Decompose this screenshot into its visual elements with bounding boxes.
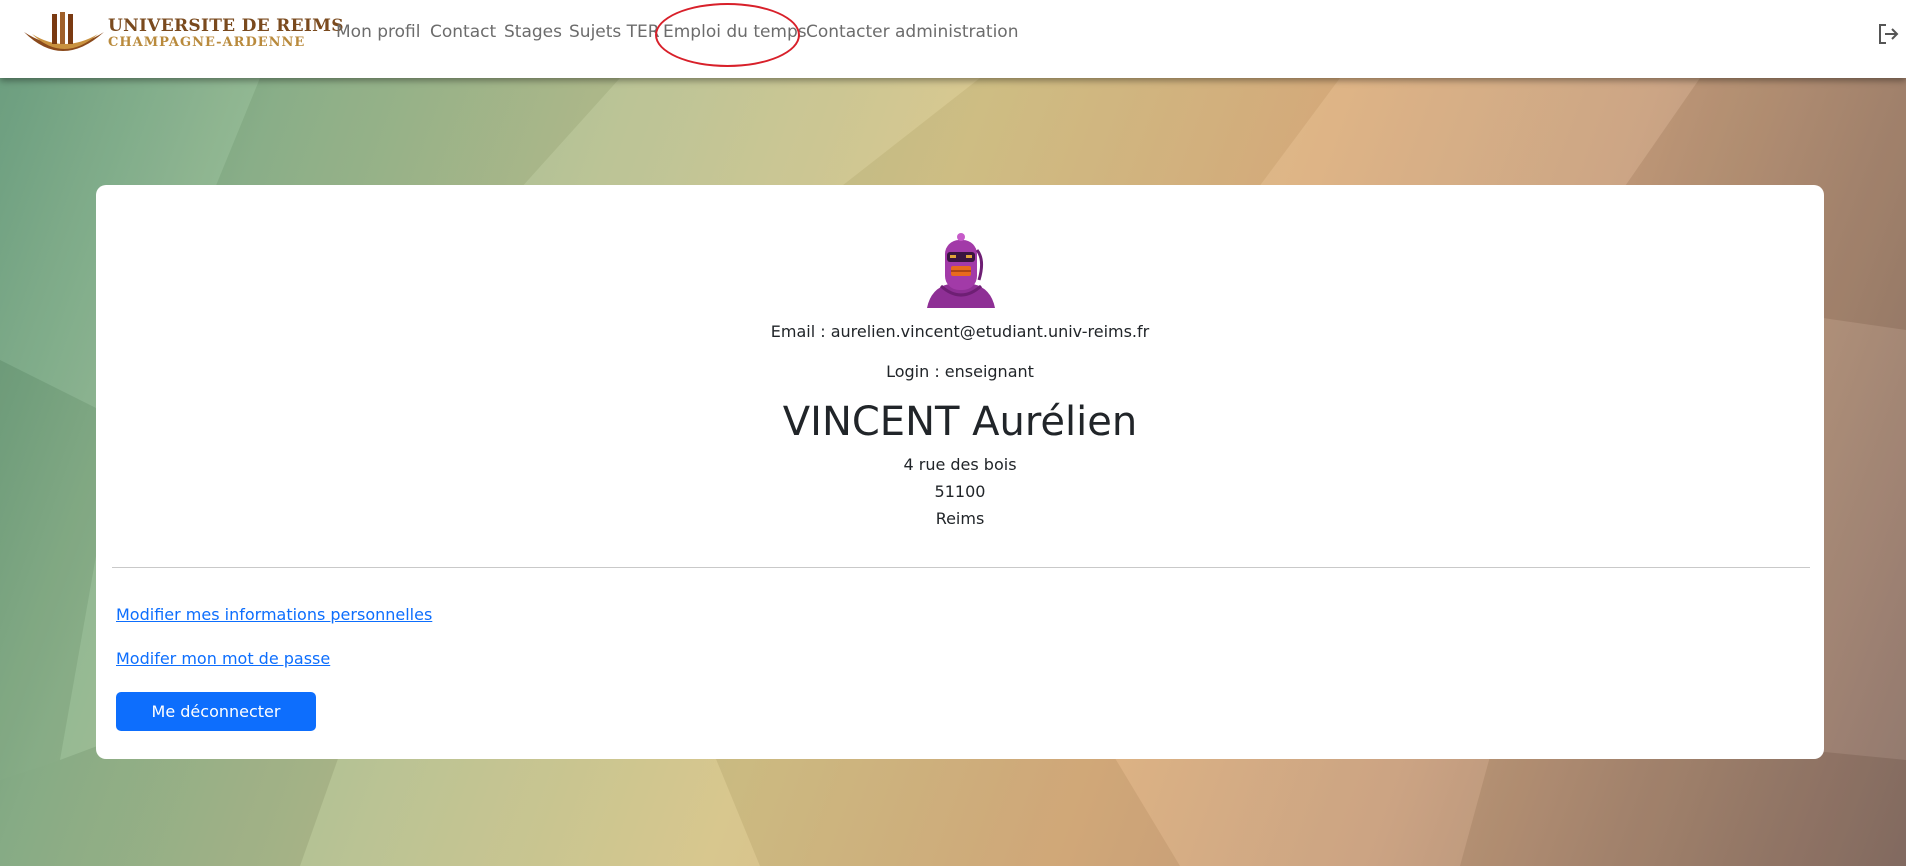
- robot-avatar-icon: [923, 230, 999, 310]
- university-logo-icon: [24, 12, 104, 51]
- divider: [112, 567, 1810, 568]
- brand-line1: UNIVERSITE DE REIMS: [108, 16, 344, 36]
- profile-city: Reims: [935, 509, 985, 528]
- edit-info-link[interactable]: Modifier mes informations personnelles: [116, 605, 432, 624]
- profile-email: Email : aurelien.vincent@etudiant.univ-r…: [770, 322, 1150, 341]
- brand-line2: CHAMPAGNE-ARDENNE: [108, 35, 306, 50]
- edit-password-link[interactable]: Modifer mon mot de passe: [116, 649, 330, 668]
- nav-sujets-ter[interactable]: Sujets TER: [569, 22, 660, 42]
- profile-card: Email : aurelien.vincent@etudiant.univ-r…: [96, 185, 1824, 759]
- logout-button[interactable]: Me déconnecter: [116, 692, 316, 731]
- top-navbar: UNIVERSITE DE REIMS CHAMPAGNE-ARDENNE Mo…: [0, 0, 1906, 78]
- nav-stages[interactable]: Stages: [504, 22, 562, 42]
- profile-postal-code: 51100: [934, 482, 986, 501]
- highlight-annotation: [655, 3, 800, 67]
- nav-contact[interactable]: Contact: [430, 22, 496, 42]
- nav-mon-profil[interactable]: Mon profil: [336, 22, 421, 42]
- profile-name: VINCENT Aurélien: [782, 399, 1138, 445]
- profile-login: Login : enseignant: [886, 362, 1034, 381]
- profile-address: 4 rue des bois: [903, 455, 1017, 474]
- university-logo[interactable]: UNIVERSITE DE REIMS CHAMPAGNE-ARDENNE: [22, 12, 344, 52]
- logout-icon[interactable]: [1877, 22, 1899, 46]
- nav-contacter-administration[interactable]: Contacter administration: [806, 22, 1018, 42]
